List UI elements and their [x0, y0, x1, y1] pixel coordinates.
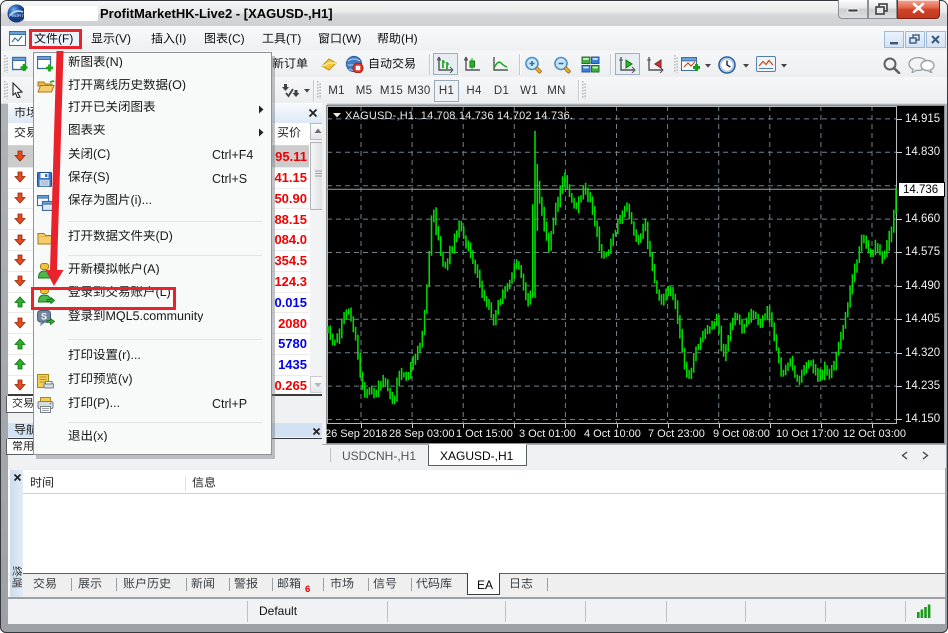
svg-text:S: S — [41, 312, 47, 322]
svg-text:PROFIT: PROFIT — [9, 13, 24, 18]
